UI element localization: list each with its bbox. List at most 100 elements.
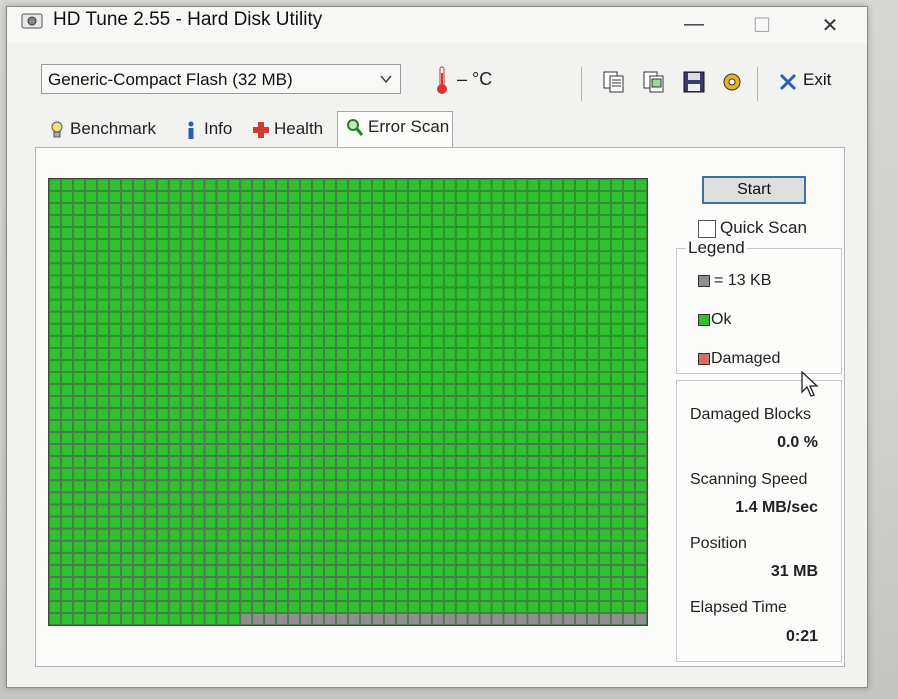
tab-benchmark[interactable]: Benchmark	[39, 113, 169, 145]
scan-block	[431, 323, 444, 336]
scan-block	[372, 335, 384, 348]
scan-block	[515, 335, 528, 348]
copy-text-icon[interactable]	[601, 69, 627, 95]
maximize-icon[interactable]: ☐	[747, 13, 777, 38]
scan-block	[204, 540, 217, 553]
scan-block	[300, 348, 312, 360]
scan-block	[539, 348, 552, 360]
scan-block	[348, 275, 360, 288]
scan-block	[467, 504, 480, 517]
scan-block	[73, 444, 85, 456]
scan-block	[455, 239, 468, 252]
scan-block	[204, 432, 217, 444]
start-button[interactable]: Start	[702, 176, 806, 204]
scan-block	[228, 577, 241, 589]
scan-block	[408, 504, 420, 517]
scan-block	[73, 239, 85, 252]
scan-block	[623, 323, 635, 336]
scan-block	[168, 263, 181, 276]
scan-block	[97, 528, 109, 541]
scan-block	[312, 444, 324, 456]
scan-block	[396, 432, 408, 444]
scan-block	[276, 601, 288, 613]
scan-block	[479, 311, 492, 324]
scan-block	[575, 528, 587, 541]
scan-block	[192, 432, 205, 444]
scan-block	[109, 215, 121, 227]
scan-block	[599, 299, 611, 312]
scan-block	[121, 540, 133, 553]
health-cross-icon	[253, 122, 269, 138]
minimize-icon[interactable]: —	[679, 13, 709, 36]
drive-select[interactable]: Generic-Compact Flash (32 MB)	[41, 64, 401, 94]
scan-block	[336, 311, 348, 324]
scan-block	[384, 432, 396, 444]
scan-block	[396, 287, 408, 300]
scan-block	[61, 420, 73, 432]
scan-block	[527, 239, 540, 252]
close-icon[interactable]: ✕	[815, 13, 845, 38]
scan-block	[109, 263, 121, 276]
damaged-blocks-label: Damaged Blocks	[690, 406, 811, 423]
scan-block	[611, 360, 623, 372]
scan-block	[420, 215, 432, 227]
tab-health[interactable]: Health	[243, 113, 335, 145]
scan-block	[551, 251, 564, 264]
scan-block	[599, 311, 611, 324]
scan-block	[73, 564, 85, 577]
scan-block	[587, 263, 599, 276]
scan-block	[396, 263, 408, 276]
scan-block	[168, 251, 181, 264]
tab-info[interactable]: Info	[173, 113, 239, 145]
scan-block	[539, 589, 552, 601]
scan-block	[527, 444, 540, 456]
scan-block	[360, 215, 372, 227]
scan-block	[121, 335, 133, 348]
scan-block	[264, 335, 276, 348]
scan-block	[121, 191, 133, 203]
copy-screenshot-icon[interactable]	[641, 69, 667, 95]
scan-block	[527, 613, 540, 625]
tab-error-scan[interactable]: Error Scan	[337, 111, 453, 147]
scan-block	[467, 552, 480, 565]
scan-block	[575, 384, 587, 396]
scan-block	[288, 492, 300, 505]
scan-block	[121, 564, 133, 577]
quick-scan-checkbox[interactable]	[698, 220, 716, 238]
scan-block	[408, 577, 420, 589]
scan-block	[420, 408, 432, 420]
scan-block	[575, 348, 587, 360]
options-icon[interactable]	[719, 69, 745, 95]
scan-block	[599, 564, 611, 577]
scan-block	[431, 444, 444, 456]
scan-block	[216, 601, 229, 613]
scan-block	[168, 275, 181, 288]
scan-block	[288, 577, 300, 589]
scan-block	[324, 227, 336, 240]
scan-block	[156, 275, 169, 288]
scan-block	[252, 227, 265, 240]
scan-block	[539, 251, 552, 264]
scan-block	[384, 263, 396, 276]
scan-block	[575, 420, 587, 432]
scan-block	[180, 589, 193, 601]
scan-block	[85, 420, 97, 432]
scan-block	[264, 613, 276, 625]
scan-block	[503, 589, 516, 601]
save-icon[interactable]	[681, 69, 707, 95]
scanning-speed-label: Scanning Speed	[690, 471, 808, 488]
scan-block	[240, 492, 253, 505]
scan-block	[443, 589, 456, 601]
scan-block	[467, 408, 480, 420]
scan-block	[467, 589, 480, 601]
scan-block	[635, 275, 647, 288]
scan-block	[635, 191, 647, 203]
scan-block	[121, 311, 133, 324]
scan-block	[132, 577, 145, 589]
scan-block	[132, 432, 145, 444]
scan-block	[372, 613, 384, 625]
scan-block	[611, 432, 623, 444]
scan-block	[587, 227, 599, 240]
scan-block	[575, 577, 587, 589]
scan-block	[73, 396, 85, 408]
